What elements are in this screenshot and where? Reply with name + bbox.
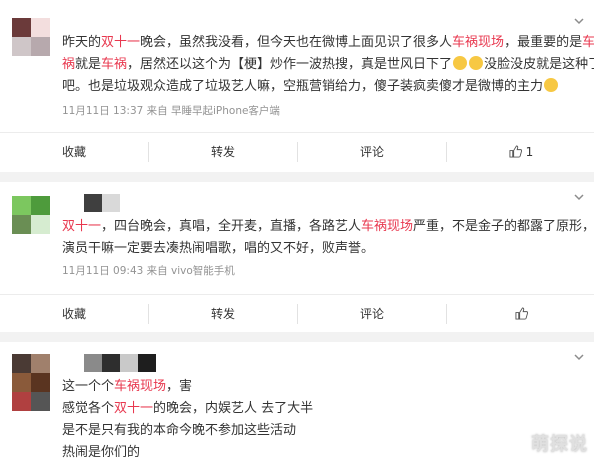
emoji-icon — [544, 78, 559, 92]
topic-link[interactable]: 车祸现场 — [452, 35, 504, 50]
avatar[interactable] — [12, 196, 50, 234]
username-redacted[interactable] — [84, 354, 156, 372]
text-segment: 没脸没皮就是这种了 — [484, 57, 594, 72]
separator — [0, 172, 594, 182]
emoji-icon — [469, 56, 484, 70]
text-segment: 的晚会，内娱艺人 去了大半 — [153, 401, 314, 416]
chevron-down-icon[interactable] — [572, 350, 586, 364]
comment-text: 昨天的双十一晚会，虽然我没看，但今天也在微博上面见识了很多人车祸现场，最重要的是… — [62, 32, 594, 98]
action-bar: 收藏 转发 评论 — [0, 294, 594, 333]
comment-text: 这一个个车祸现场，害 感觉各个双十一的晚会，内娱艺人 去了大半 是不是只有我的本命今… — [62, 376, 578, 464]
favorite-button[interactable]: 收藏 — [0, 133, 148, 171]
topic-link[interactable]: 车祸现场 — [361, 219, 413, 234]
text-segment: 演员干嘛一定要去凑热闹唱歌，唱的又不好，败声誉。 — [62, 241, 375, 256]
comment-line: 祸就是车祸，居然还以这个为【梗】炒作一波热搜，真是世风日下了 没脸没皮就是这种了 — [62, 54, 594, 76]
like-button[interactable] — [447, 295, 594, 333]
comment-line: 是不是只有我的本命今晚不参加这些活动 — [62, 420, 578, 442]
topic-link[interactable]: 车祸现场 — [114, 379, 166, 394]
avatar[interactable] — [12, 18, 50, 56]
text-segment: 昨天的 — [62, 35, 102, 50]
comment-line: 这一个个车祸现场，害 — [62, 376, 578, 398]
username-redacted[interactable] — [84, 194, 120, 212]
thumbs-up-icon — [509, 145, 522, 158]
topic-link[interactable]: 双十一 — [62, 219, 101, 234]
like-count: 1 — [525, 145, 534, 159]
topic-link[interactable]: 双十一 — [114, 401, 153, 416]
comment-line: 演员干嘛一定要去凑热闹唱歌，唱的又不好，败声誉。 — [62, 238, 578, 260]
text-segment: 吧。也是垃圾观众造成了垃圾艺人嘛，空瓶营销给力，傻子装疯卖傻才是微博的主力 — [62, 79, 544, 94]
comment-card-1: 昨天的双十一晚会，虽然我没看，但今天也在微博上面见识了很多人车祸现场，最重要的是… — [0, 0, 594, 178]
text-segment: 晚会，虽然我没看，但今天也在微博上面见识了很多人 — [140, 35, 453, 50]
like-button[interactable]: 1 — [447, 133, 594, 171]
text-segment: ，最重要的是 — [504, 35, 583, 50]
topic-link[interactable]: 祸 — [62, 57, 75, 72]
comment-card-2: 双十一，四台晚会，真唱，全开麦，直播，各路艺人车祸现场严重，不是金子的都露了原形… — [0, 182, 594, 332]
favorite-button[interactable]: 收藏 — [0, 295, 148, 333]
topic-link[interactable]: 车祸 — [101, 57, 127, 72]
text-segment: ，四台晚会，真唱，全开麦，直播，各路艺人 — [101, 219, 362, 234]
comment-line: 热闹是你们的 — [62, 442, 578, 464]
comment-line: 吧。也是垃圾观众造成了垃圾艺人嘛，空瓶营销给力，傻子装疯卖傻才是微博的主力 — [62, 76, 578, 98]
text-segment: ，居然还以这个为【梗】炒作一波热搜，真是世风日下了 — [127, 57, 453, 72]
comment-line: 感觉各个双十一的晚会，内娱艺人 去了大半 — [62, 398, 578, 420]
comment-text: 双十一，四台晚会，真唱，全开麦，直播，各路艺人车祸现场严重，不是金子的都露了原形… — [62, 216, 594, 260]
separator — [0, 332, 594, 342]
text-segment: 严重，不是金子的都露了原形， — [413, 219, 594, 234]
text-segment: 就是 — [75, 57, 102, 72]
text-segment: 是不是只有我的本命今晚不参加这些活动 — [62, 423, 297, 438]
text-segment: ，害 — [166, 379, 193, 394]
comment-button[interactable]: 评论 — [298, 133, 446, 171]
thumbs-up-icon — [514, 307, 528, 320]
action-bar: 收藏 转发 评论 1 — [0, 132, 594, 171]
comment-line: 昨天的双十一晚会，虽然我没看，但今天也在微博上面见识了很多人车祸现场，最重要的是… — [62, 32, 594, 54]
text-segment: 感觉各个 — [62, 401, 115, 416]
comment-meta: 11月11日 09:43 来自 vivo智能手机 — [62, 265, 235, 277]
comment-button[interactable]: 评论 — [298, 295, 446, 333]
topic-link[interactable]: 双十一 — [101, 35, 140, 50]
comment-line: 双十一，四台晚会，真唱，全开麦，直播，各路艺人车祸现场严重，不是金子的都露了原形… — [62, 216, 594, 238]
avatar[interactable] — [12, 354, 50, 411]
chevron-down-icon[interactable] — [572, 190, 586, 204]
text-segment: 热闹是你们的 — [62, 445, 141, 460]
repost-button[interactable]: 转发 — [149, 133, 297, 171]
repost-button[interactable]: 转发 — [149, 295, 297, 333]
emoji-icon — [453, 56, 468, 70]
watermark: 萌探说 — [531, 434, 588, 455]
comment-card-3: 这一个个车祸现场，害 感觉各个双十一的晚会，内娱艺人 去了大半 是不是只有我的本命今… — [0, 342, 594, 462]
topic-link[interactable]: 车 — [582, 35, 594, 50]
chevron-down-icon[interactable] — [572, 14, 586, 28]
text-segment: 这一个个 — [62, 379, 115, 394]
comment-meta: 11月11日 13:37 来自 早睡早起iPhone客户端 — [62, 105, 280, 117]
